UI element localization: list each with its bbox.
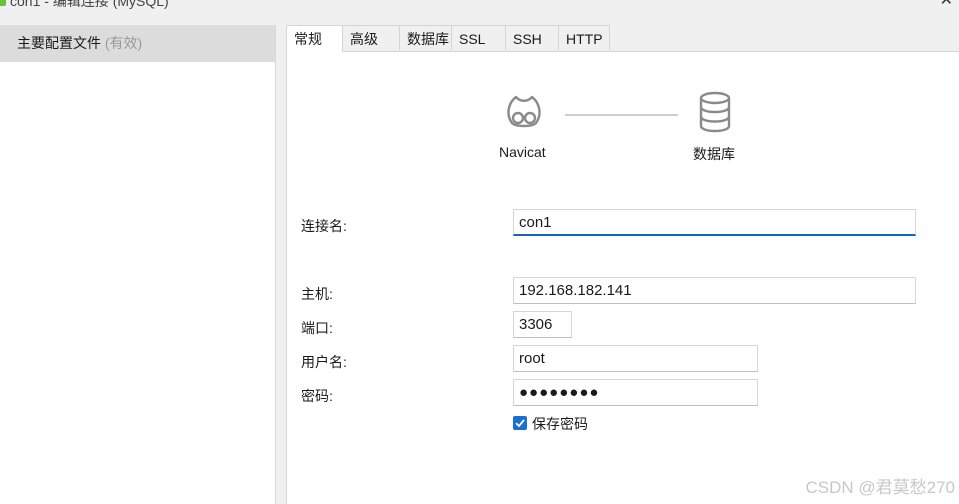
title-bar: con1 - 编辑连接 (MySQL) ✕ xyxy=(0,0,959,10)
watermark: CSDN @君莫愁270 xyxy=(805,478,955,497)
tab-ssl[interactable]: SSL xyxy=(451,25,506,50)
host-label: 主机: xyxy=(301,286,333,302)
tab-bar: 常规 高级 数据库 SSL SSH HTTP xyxy=(286,25,610,52)
general-panel: Navicat 数据库 连接名: con1 主机: 192.168.182.14… xyxy=(286,51,959,504)
tab-advanced[interactable]: 高级 xyxy=(342,25,400,50)
port-label: 端口: xyxy=(301,320,333,336)
connection-line xyxy=(565,114,678,116)
tab-ssh[interactable]: SSH xyxy=(505,25,559,50)
app-icon xyxy=(0,0,6,6)
tab-database[interactable]: 数据库 xyxy=(399,25,452,50)
database-label: 数据库 xyxy=(693,146,735,162)
database-icon xyxy=(699,91,731,133)
connection-name-input[interactable]: con1 xyxy=(513,209,916,236)
save-password-label[interactable]: 保存密码 xyxy=(532,414,588,434)
tab-http[interactable]: HTTP xyxy=(558,25,610,50)
port-input[interactable]: 3306 xyxy=(513,311,572,338)
connection-name-label: 连接名: xyxy=(301,218,347,234)
password-input[interactable]: ●●●●●●●● xyxy=(513,379,758,406)
navicat-logo-icon xyxy=(507,95,541,128)
sidebar-item-main-profile[interactable]: 主要配置文件 (有效) xyxy=(0,25,275,62)
tab-general[interactable]: 常规 xyxy=(286,25,343,52)
username-label: 用户名: xyxy=(301,354,347,370)
password-label: 密码: xyxy=(301,388,333,404)
navicat-label: Navicat xyxy=(499,144,546,160)
save-password-checkbox[interactable] xyxy=(513,416,527,430)
sidebar-item-label: 主要配置文件 xyxy=(17,35,101,51)
close-icon[interactable]: ✕ xyxy=(940,0,953,10)
profile-sidebar: 主要配置文件 (有效) xyxy=(0,25,276,504)
window-title: con1 - 编辑连接 (MySQL) xyxy=(10,0,169,9)
host-input[interactable]: 192.168.182.141 xyxy=(513,277,916,304)
username-input[interactable]: root xyxy=(513,345,758,372)
sidebar-item-status: (有效) xyxy=(104,35,143,51)
